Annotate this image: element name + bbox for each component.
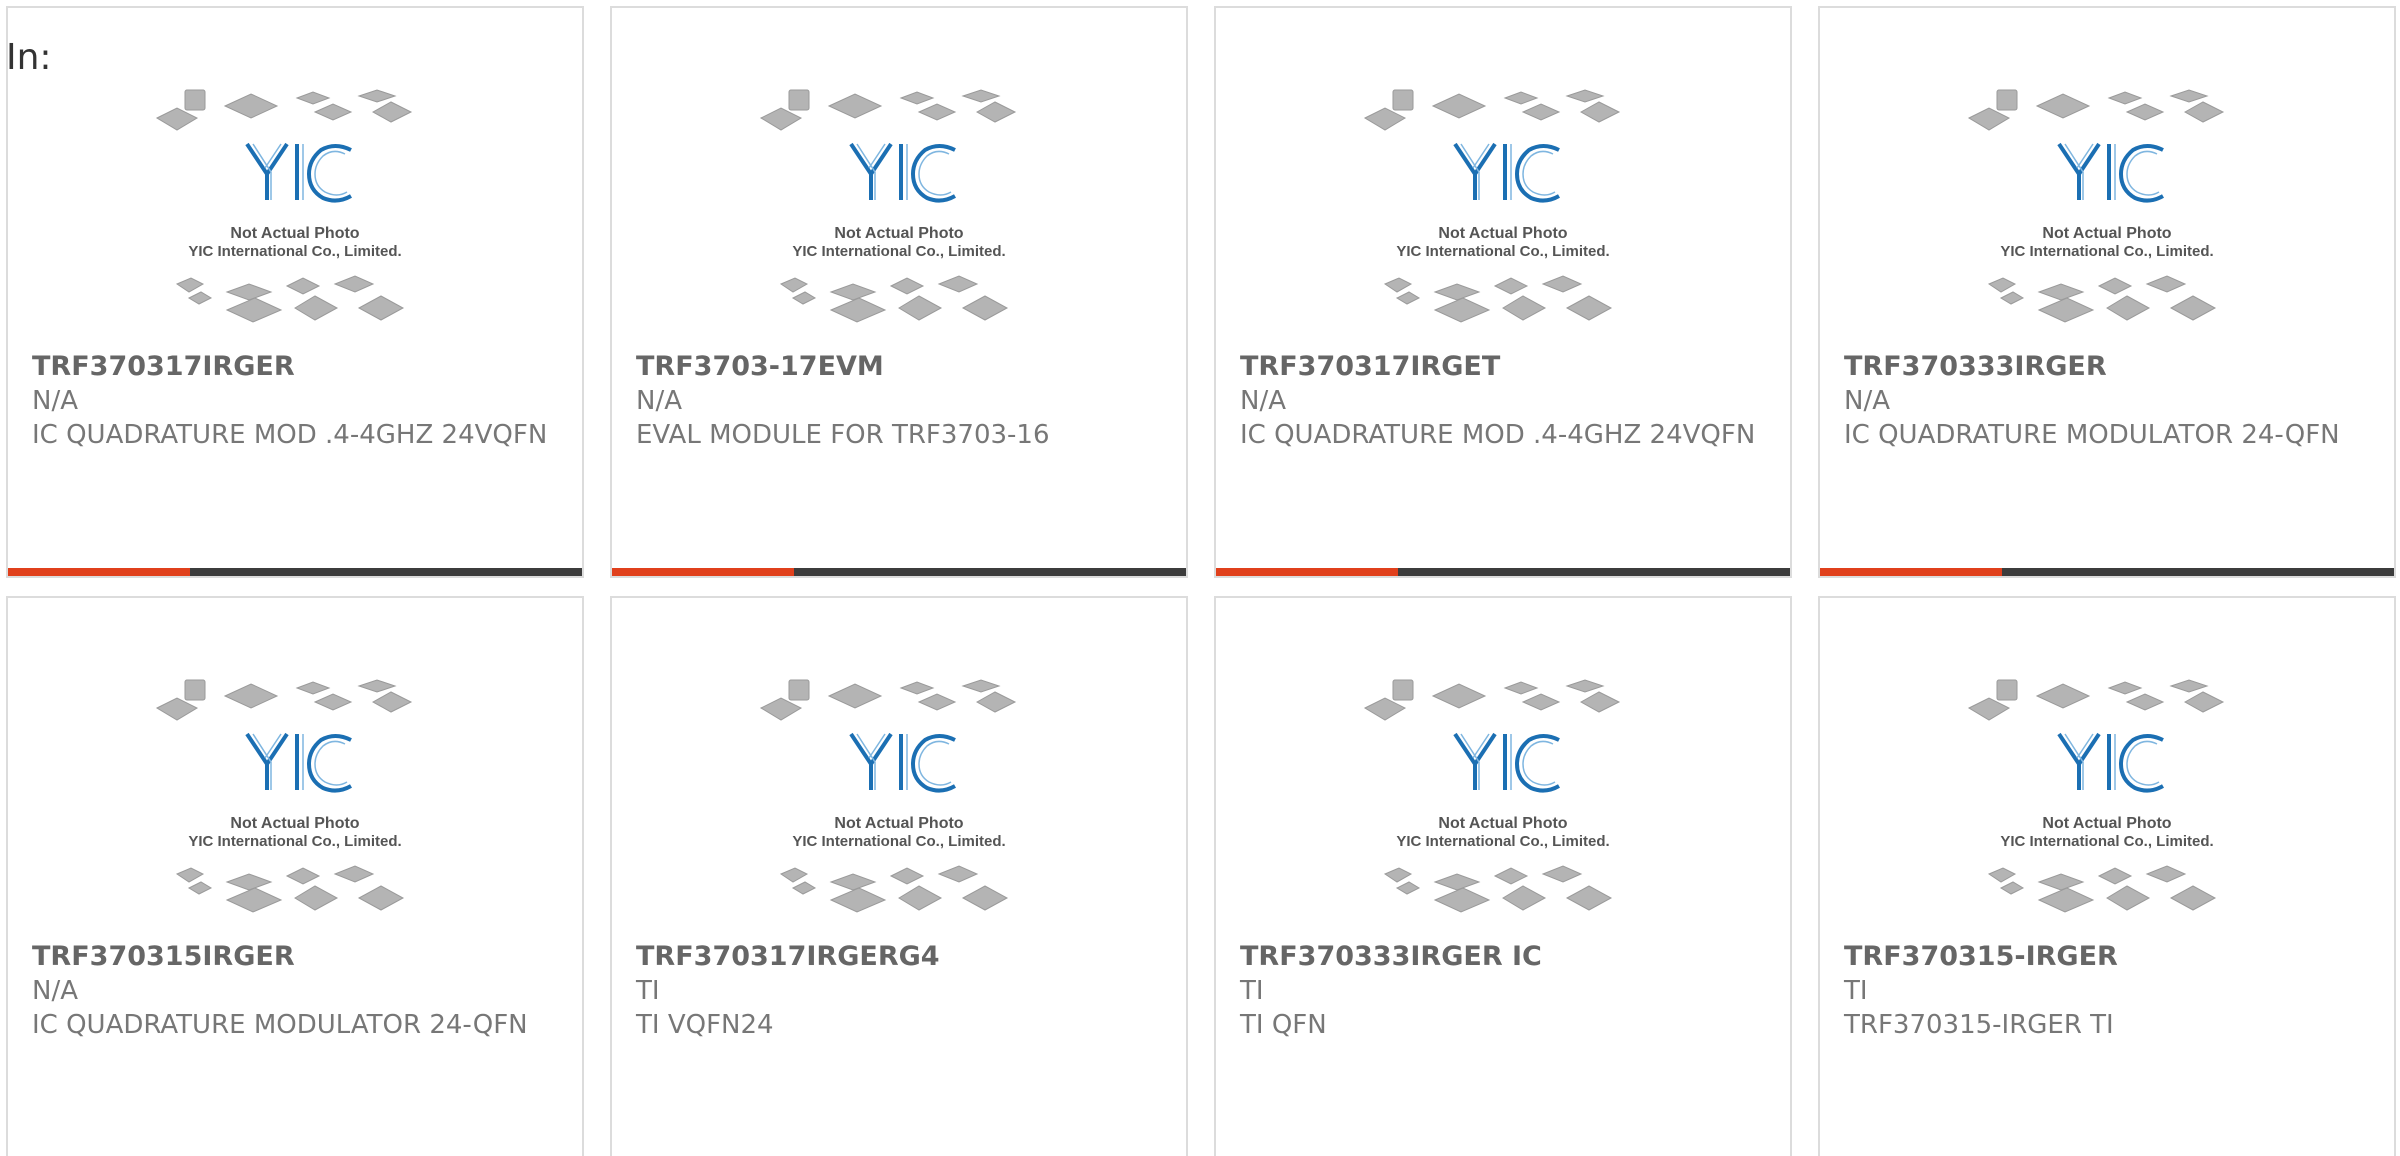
part-number-link[interactable]: TRF370317IRGERG4: [636, 940, 1166, 974]
product-card[interactable]: Not Actual Photo YIC International Co., …: [6, 6, 584, 578]
placeholder-photo-icon: Not Actual Photo YIC International Co., …: [759, 89, 1017, 323]
svg-text:Not Actual Photo: Not Actual Photo: [2042, 225, 2171, 242]
description: EVAL MODULE FOR TRF3703-16: [636, 420, 1050, 450]
product-card[interactable]: Not Actual Photo YIC International Co., …: [610, 596, 1188, 1156]
description: TRF370315-IRGER TI: [1844, 1010, 2114, 1040]
placeholder-photo-icon: Not Actual Photo YIC International Co., …: [1363, 679, 1621, 913]
not-actual-photo-image: Not Actual Photo YIC International Co., …: [1820, 88, 2394, 348]
part-number-link[interactable]: TRF370315IRGER: [32, 940, 562, 974]
svg-text:YIC International Co., Limited: YIC International Co., Limited.: [1396, 833, 1609, 850]
placeholder-photo-icon: Not Actual Photo YIC International Co., …: [1363, 89, 1621, 323]
card-accent-bar: [1216, 568, 1398, 576]
not-actual-photo-image: Not Actual Photo YIC International Co., …: [612, 678, 1186, 938]
card-bottom-bar: [612, 568, 1186, 576]
product-card[interactable]: Not Actual Photo YIC International Co., …: [1214, 596, 1792, 1156]
product-card[interactable]: Not Actual Photo YIC International Co., …: [1214, 6, 1792, 578]
product-card[interactable]: Not Actual Photo YIC International Co., …: [610, 6, 1188, 578]
product-info: TRF370333IRGER IC TI TI QFN: [1240, 940, 1770, 1042]
manufacturer: N/A: [636, 386, 682, 416]
product-info: TRF370315-IRGER TI TRF370315-IRGER TI: [1844, 940, 2374, 1042]
not-actual-photo-image: Not Actual Photo YIC International Co., …: [8, 88, 582, 348]
manufacturer: N/A: [32, 386, 78, 416]
svg-text:YIC International Co., Limited: YIC International Co., Limited.: [188, 243, 401, 260]
description: IC QUADRATURE MOD .4-4GHZ 24VQFN: [32, 420, 548, 450]
part-number-link[interactable]: TRF3703-17EVM: [636, 350, 1166, 384]
card-bottom-bar: [8, 568, 582, 576]
not-actual-photo-image: Not Actual Photo YIC International Co., …: [8, 678, 582, 938]
card-bottom-bar: [1216, 568, 1790, 576]
svg-text:Not Actual Photo: Not Actual Photo: [230, 225, 359, 242]
description: IC QUADRATURE MOD .4-4GHZ 24VQFN: [1240, 420, 1756, 450]
description: TI VQFN24: [636, 1010, 774, 1040]
product-info: TRF370317IRGER N/A IC QUADRATURE MOD .4-…: [32, 350, 562, 452]
manufacturer: N/A: [1240, 386, 1286, 416]
placeholder-photo-icon: Not Actual Photo YIC International Co., …: [155, 89, 413, 323]
product-info: TRF370315IRGER N/A IC QUADRATURE MODULAT…: [32, 940, 562, 1042]
placeholder-photo-icon: Not Actual Photo YIC International Co., …: [155, 679, 413, 913]
svg-text:YIC International Co., Limited: YIC International Co., Limited.: [2000, 833, 2213, 850]
part-number-link[interactable]: TRF370333IRGER IC: [1240, 940, 1770, 974]
not-actual-photo-image: Not Actual Photo YIC International Co., …: [612, 88, 1186, 348]
card-accent-bar: [612, 568, 794, 576]
product-info: TRF3703-17EVM N/A EVAL MODULE FOR TRF370…: [636, 350, 1166, 452]
manufacturer: TI: [636, 976, 660, 1006]
placeholder-photo-icon: Not Actual Photo YIC International Co., …: [1967, 679, 2225, 913]
manufacturer: TI: [1240, 976, 1264, 1006]
svg-text:YIC International Co., Limited: YIC International Co., Limited.: [188, 833, 401, 850]
not-actual-photo-image: Not Actual Photo YIC International Co., …: [1216, 88, 1790, 348]
svg-text:Not Actual Photo: Not Actual Photo: [834, 225, 963, 242]
not-actual-photo-image: Not Actual Photo YIC International Co., …: [1820, 678, 2394, 938]
manufacturer: N/A: [1844, 386, 1890, 416]
svg-text:YIC International Co., Limited: YIC International Co., Limited.: [1396, 243, 1609, 260]
product-info: TRF370317IRGET N/A IC QUADRATURE MOD .4-…: [1240, 350, 1770, 452]
product-card[interactable]: Not Actual Photo YIC International Co., …: [1818, 6, 2396, 578]
svg-text:Not Actual Photo: Not Actual Photo: [1438, 225, 1567, 242]
in-label: In:: [6, 37, 52, 78]
part-number-link[interactable]: TRF370315-IRGER: [1844, 940, 2374, 974]
card-bottom-bar: [1820, 568, 2394, 576]
description: IC QUADRATURE MODULATOR 24-QFN: [1844, 420, 2340, 450]
description: TI QFN: [1240, 1010, 1327, 1040]
svg-text:Not Actual Photo: Not Actual Photo: [1438, 815, 1567, 832]
not-actual-photo-image: Not Actual Photo YIC International Co., …: [1216, 678, 1790, 938]
placeholder-photo-icon: Not Actual Photo YIC International Co., …: [759, 679, 1017, 913]
svg-text:Not Actual Photo: Not Actual Photo: [834, 815, 963, 832]
svg-text:YIC International Co., Limited: YIC International Co., Limited.: [2000, 243, 2213, 260]
product-grid-page: In: Not Actual Photo YIC International C…: [0, 0, 2400, 1156]
svg-text:YIC International Co., Limited: YIC International Co., Limited.: [792, 833, 1005, 850]
svg-text:Not Actual Photo: Not Actual Photo: [2042, 815, 2171, 832]
part-number-link[interactable]: TRF370317IRGER: [32, 350, 562, 384]
product-card[interactable]: Not Actual Photo YIC International Co., …: [1818, 596, 2396, 1156]
description: IC QUADRATURE MODULATOR 24-QFN: [32, 1010, 528, 1040]
part-number-link[interactable]: TRF370333IRGER: [1844, 350, 2374, 384]
manufacturer: TI: [1844, 976, 1868, 1006]
product-card[interactable]: Not Actual Photo YIC International Co., …: [6, 596, 584, 1156]
card-accent-bar: [8, 568, 190, 576]
svg-text:YIC International Co., Limited: YIC International Co., Limited.: [792, 243, 1005, 260]
svg-text:Not Actual Photo: Not Actual Photo: [230, 815, 359, 832]
manufacturer: N/A: [32, 976, 78, 1006]
placeholder-photo-icon: Not Actual Photo YIC International Co., …: [1967, 89, 2225, 323]
card-accent-bar: [1820, 568, 2002, 576]
product-info: TRF370317IRGERG4 TI TI VQFN24: [636, 940, 1166, 1042]
part-number-link[interactable]: TRF370317IRGET: [1240, 350, 1770, 384]
product-info: TRF370333IRGER N/A IC QUADRATURE MODULAT…: [1844, 350, 2374, 452]
